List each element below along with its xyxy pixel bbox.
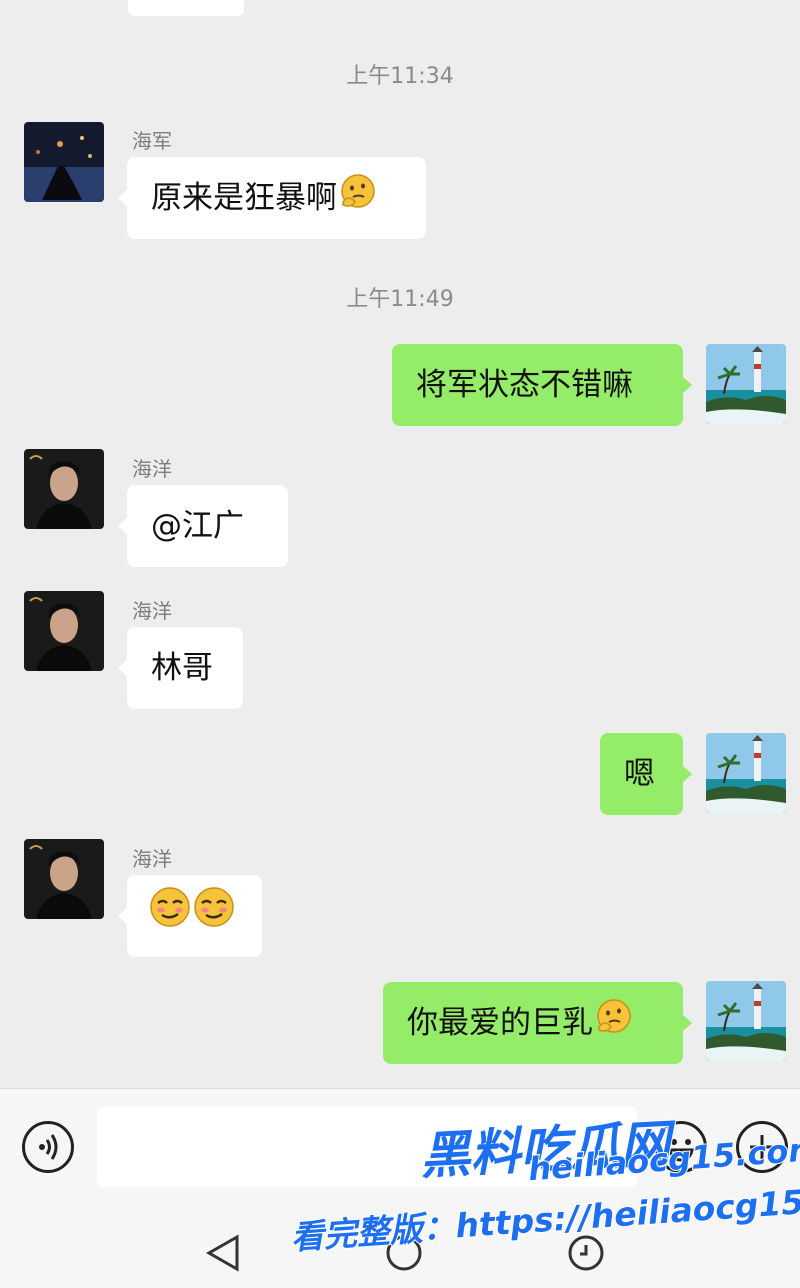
avatar-haiyang[interactable]: [24, 591, 104, 671]
avatar-haiyang[interactable]: [24, 449, 104, 529]
partial-message-bubble: [128, 0, 244, 16]
sender-name: 海军: [132, 129, 172, 153]
timestamp: 上午11:34: [346, 64, 454, 89]
message-bubble-outgoing[interactable]: 将军状态不错嘛: [392, 344, 692, 426]
smirk-face-icon: [149, 877, 191, 959]
message-bubble-incoming[interactable]: 林哥: [118, 627, 243, 709]
back-triangle-icon[interactable]: [205, 1233, 241, 1273]
thinking-face-icon: [339, 159, 377, 241]
sender-name: 海洋: [132, 847, 172, 871]
message-bubble-incoming[interactable]: @江广: [118, 485, 288, 567]
message-bubble-incoming[interactable]: [118, 875, 262, 959]
message-bubble-outgoing[interactable]: 你最爱的巨乳: [383, 982, 692, 1066]
avatar-self[interactable]: [706, 981, 786, 1061]
voice-icon[interactable]: [22, 1121, 74, 1173]
sender-name: 海洋: [132, 599, 172, 623]
message-text: 嗯: [624, 756, 655, 792]
thinking-face-icon: [595, 984, 633, 1066]
avatar-haiyang[interactable]: [24, 839, 104, 919]
timestamp: 上午11:49: [346, 287, 454, 312]
sender-name: 海洋: [132, 457, 172, 481]
avatar-self[interactable]: [706, 733, 786, 813]
message-text: @江广: [151, 508, 244, 544]
smirk-face-icon: [193, 877, 235, 959]
message-bubble-outgoing[interactable]: 嗯: [600, 733, 692, 815]
chat-area: 上午11:34 海军 原来是狂暴啊 上午11:49 将军状态不错嘛 海洋 @江广…: [0, 0, 800, 1088]
message-text: 原来是狂暴啊: [151, 180, 337, 216]
message-bubble-incoming[interactable]: 原来是狂暴啊: [118, 157, 426, 241]
message-text: 将军状态不错嘛: [416, 367, 633, 403]
message-text: 林哥: [151, 650, 213, 686]
avatar-haijun[interactable]: [24, 122, 104, 202]
avatar-self[interactable]: [706, 344, 786, 424]
message-text: 你最爱的巨乳: [407, 1005, 593, 1041]
